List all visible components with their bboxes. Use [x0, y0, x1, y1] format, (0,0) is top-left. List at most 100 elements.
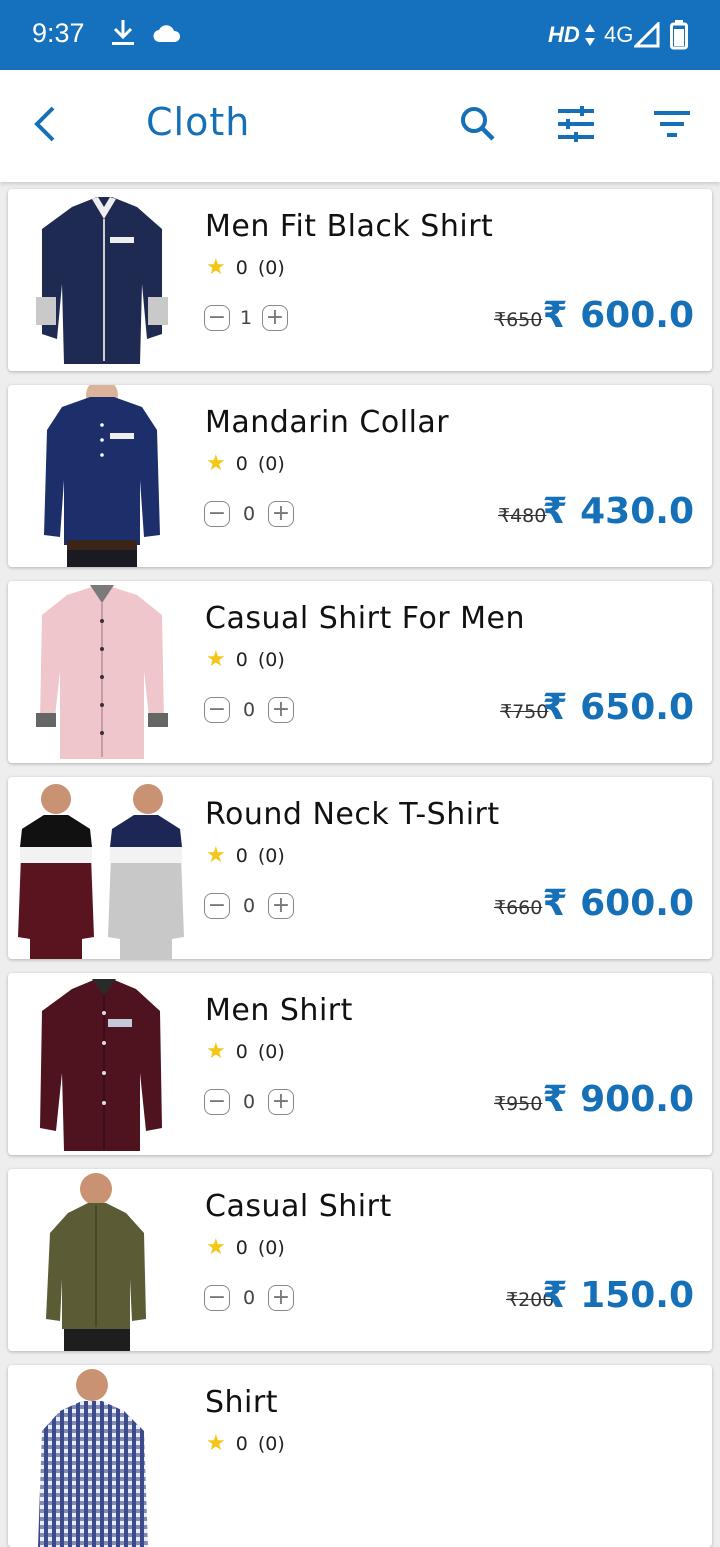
increment-button[interactable]: + [268, 697, 294, 723]
check-shirt-icon [12, 1365, 192, 1547]
original-price: ₹950 [494, 1093, 543, 1115]
olive-shirt-icon [12, 1169, 192, 1351]
rating: ★ 0 (0) [206, 1039, 285, 1064]
decrement-button[interactable]: − [204, 1089, 230, 1115]
rating: ★ 0 (0) [206, 843, 285, 868]
increment-button[interactable]: + [268, 1285, 294, 1311]
minus-icon: − [207, 1285, 227, 1310]
app-bar: Cloth [0, 70, 720, 182]
product-name: Round Neck T-Shirt [205, 797, 500, 832]
sale-price: ₹ 600.0 [542, 295, 694, 336]
quantity-value: 0 [242, 699, 256, 721]
download-icon [110, 18, 136, 52]
review-count: (0) [257, 844, 285, 867]
quantity-stepper: − 0 + [204, 501, 294, 527]
rating-value: 0 [235, 256, 248, 279]
navy-shirt-icon [12, 189, 192, 371]
decrement-button[interactable]: − [204, 697, 230, 723]
plus-icon: + [265, 305, 285, 330]
quantity-value: 1 [239, 307, 253, 329]
minus-icon: − [207, 893, 227, 918]
quantity-stepper: − 0 + [204, 893, 294, 919]
data-arrows-icon [584, 24, 596, 50]
quantity-value: 0 [242, 503, 256, 525]
original-price: ₹750 [500, 701, 549, 723]
product-card[interactable]: Mandarin Collar ★ 0 (0) − 0 + ₹480 ₹ 430… [8, 385, 712, 567]
review-count: (0) [257, 1040, 285, 1063]
star-icon: ★ [206, 647, 226, 672]
star-icon: ★ [206, 1039, 226, 1064]
filter-button[interactable] [642, 96, 702, 156]
rating-value: 0 [235, 1040, 248, 1063]
rating: ★ 0 (0) [206, 1235, 285, 1260]
product-card[interactable]: Casual Shirt For Men ★ 0 (0) − 0 + ₹750 … [8, 581, 712, 763]
plus-icon: + [271, 697, 291, 722]
product-name: Shirt [205, 1385, 278, 1420]
minus-icon: − [207, 697, 227, 722]
review-count: (0) [257, 256, 285, 279]
quantity-value: 0 [242, 1287, 256, 1309]
original-price: ₹650 [494, 309, 543, 331]
increment-button[interactable]: + [268, 1089, 294, 1115]
rating: ★ 0 (0) [206, 255, 285, 280]
increment-button[interactable]: + [268, 893, 294, 919]
minus-icon: − [207, 305, 227, 330]
rating-value: 0 [235, 844, 248, 867]
navy-collar-shirt-icon [12, 385, 192, 567]
sale-price: ₹ 600.0 [542, 883, 694, 924]
review-count: (0) [257, 648, 285, 671]
product-card[interactable]: Men Fit Black Shirt ★ 0 (0) − 1 + ₹650 ₹… [8, 189, 712, 371]
plus-icon: + [271, 1089, 291, 1114]
star-icon: ★ [206, 1431, 226, 1456]
sale-price: ₹ 150.0 [542, 1275, 694, 1316]
minus-icon: − [207, 1089, 227, 1114]
review-count: (0) [257, 452, 285, 475]
product-card[interactable]: Shirt ★ 0 (0) [8, 1365, 712, 1547]
search-button[interactable] [448, 96, 508, 156]
status-time: 9:37 [32, 18, 85, 48]
sale-price: ₹ 430.0 [542, 491, 694, 532]
signal-icon [632, 20, 660, 52]
maroon-shirt-icon [12, 973, 192, 1155]
network-label: HD [548, 22, 580, 47]
plus-icon: + [271, 1285, 291, 1310]
adjust-button[interactable] [546, 96, 606, 156]
decrement-button[interactable]: − [204, 501, 230, 527]
cloud-icon [152, 22, 182, 48]
decrement-button[interactable]: − [204, 893, 230, 919]
rating: ★ 0 (0) [206, 451, 285, 476]
increment-button[interactable]: + [268, 501, 294, 527]
quantity-stepper: − 0 + [204, 1089, 294, 1115]
product-name: Men Fit Black Shirt [205, 209, 494, 244]
star-icon: ★ [206, 451, 226, 476]
plus-icon: + [271, 893, 291, 918]
plus-icon: + [271, 501, 291, 526]
star-icon: ★ [206, 1235, 226, 1260]
product-name: Casual Shirt For Men [205, 601, 526, 636]
decrement-button[interactable]: − [204, 305, 230, 331]
tshirt-pair-icon [12, 777, 192, 959]
product-card[interactable]: Men Shirt ★ 0 (0) − 0 + ₹950 ₹ 900.0 [8, 973, 712, 1155]
rating-value: 0 [235, 648, 248, 671]
product-name: Casual Shirt [205, 1189, 392, 1224]
star-icon: ★ [206, 843, 226, 868]
quantity-stepper: − 1 + [204, 305, 288, 331]
back-button[interactable] [14, 96, 74, 156]
rating: ★ 0 (0) [206, 1431, 285, 1456]
original-price: ₹660 [494, 897, 543, 919]
product-card[interactable]: Casual Shirt ★ 0 (0) − 0 + ₹200 ₹ 150.0 [8, 1169, 712, 1351]
review-count: (0) [257, 1432, 285, 1455]
product-card[interactable]: Round Neck T-Shirt ★ 0 (0) − 0 + ₹660 ₹ … [8, 777, 712, 959]
filter-list-icon [652, 109, 692, 143]
pink-shirt-icon [12, 581, 192, 763]
decrement-button[interactable]: − [204, 1285, 230, 1311]
product-name: Men Shirt [205, 993, 353, 1028]
page-title: Cloth [146, 100, 251, 144]
quantity-stepper: − 0 + [204, 1285, 294, 1311]
increment-button[interactable]: + [262, 305, 288, 331]
review-count: (0) [257, 1236, 285, 1259]
product-name: Mandarin Collar [205, 405, 450, 440]
tune-icon [556, 105, 596, 147]
quantity-value: 0 [242, 895, 256, 917]
star-icon: ★ [206, 255, 226, 280]
